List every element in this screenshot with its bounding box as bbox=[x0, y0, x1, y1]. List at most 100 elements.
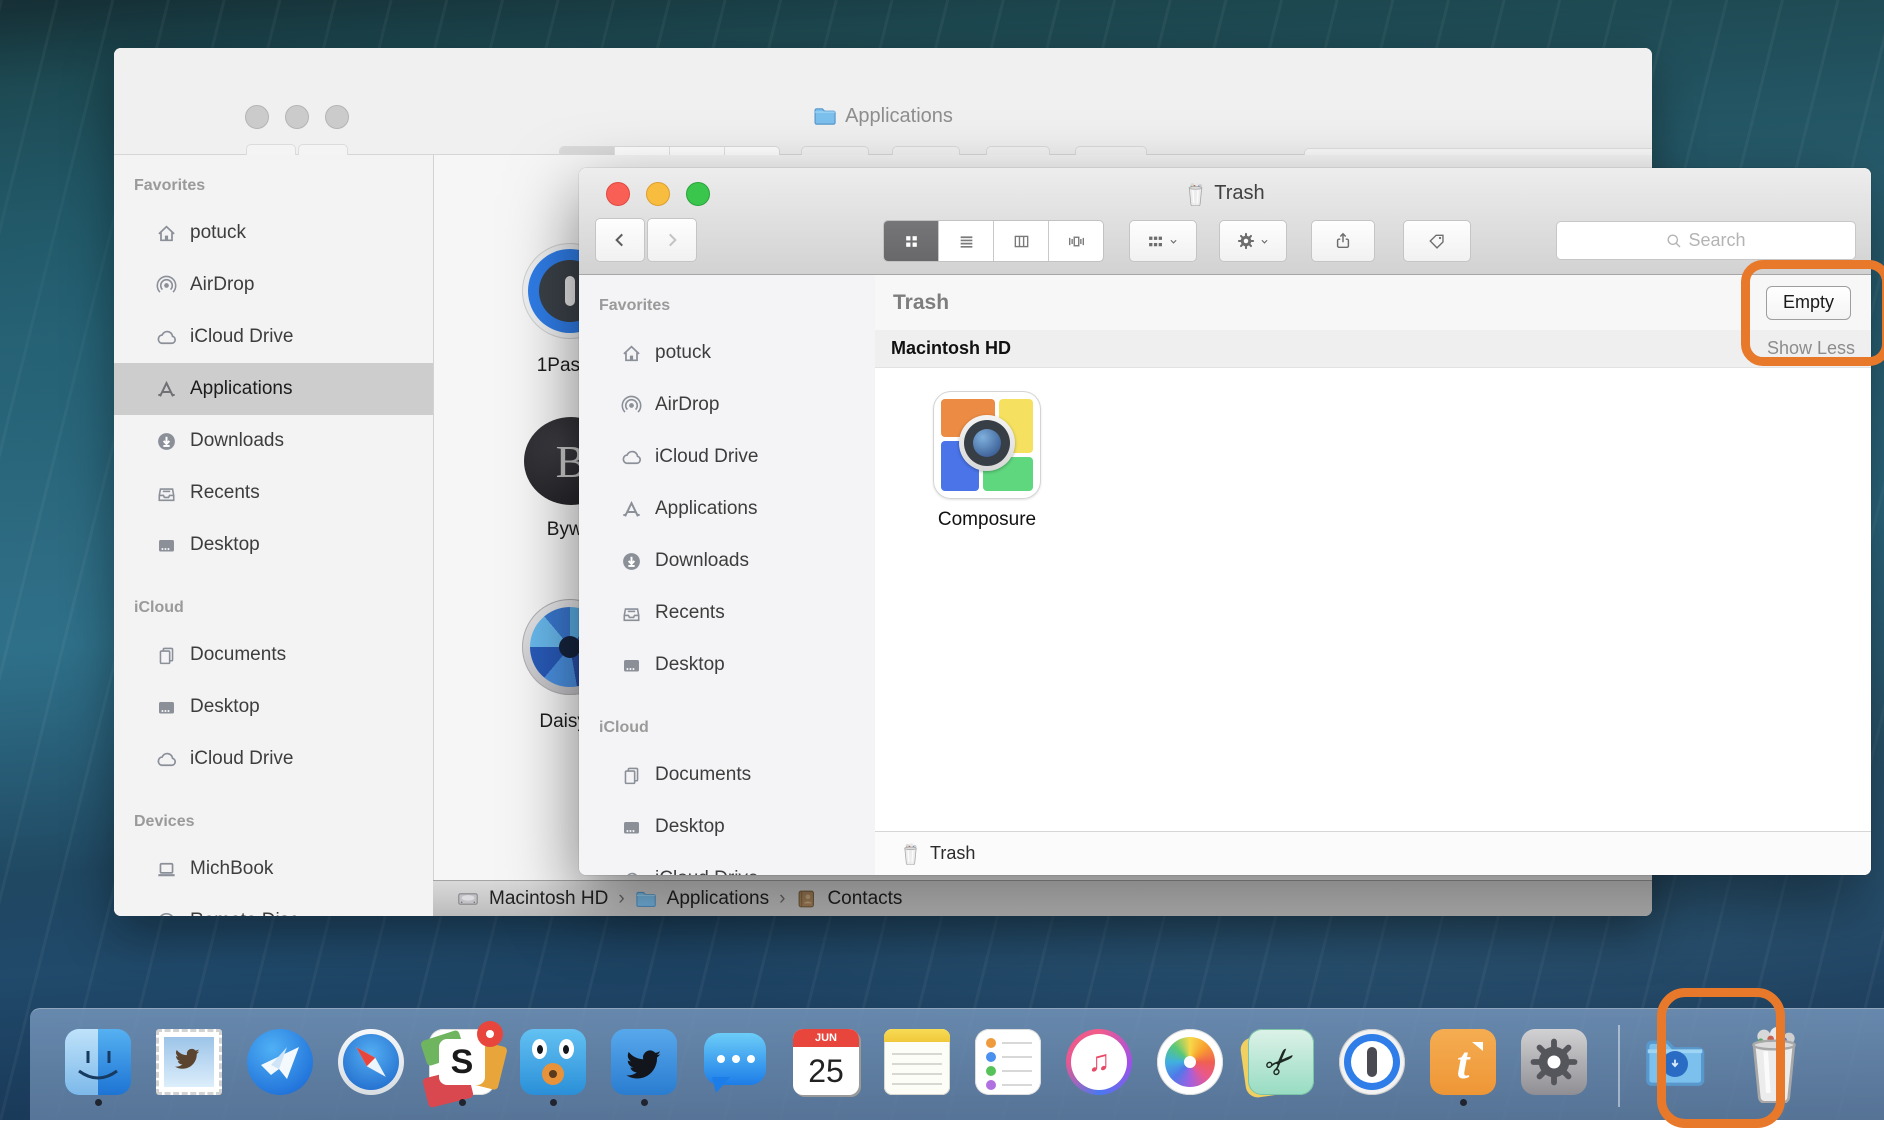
sidebar-item-applications[interactable]: Applications bbox=[579, 483, 875, 535]
dock-notes-icon[interactable] bbox=[884, 1029, 950, 1095]
desktop-icon bbox=[156, 535, 177, 556]
dock-slack-icon[interactable]: S bbox=[429, 1029, 495, 1095]
applications-folder-icon bbox=[635, 888, 657, 910]
dock-1password-icon[interactable] bbox=[1339, 1029, 1405, 1095]
sidebar-item-michbook[interactable]: MichBook bbox=[114, 843, 433, 895]
dock-twitter-icon[interactable] bbox=[611, 1029, 677, 1095]
composure-app-icon[interactable] bbox=[933, 391, 1041, 499]
sidebar-item-desktop-icloud[interactable]: Desktop bbox=[579, 801, 875, 853]
trash-icon bbox=[1185, 181, 1206, 206]
dock: S JUN 25 bbox=[30, 1008, 1884, 1120]
calendar-month: JUN bbox=[793, 1029, 859, 1047]
sidebar-section-icloud: iCloud bbox=[579, 691, 875, 749]
dock-mail-icon[interactable] bbox=[156, 1029, 222, 1095]
search-input[interactable]: Search bbox=[1556, 221, 1856, 260]
documents-icon bbox=[156, 645, 177, 666]
sidebar-item-downloads[interactable]: Downloads bbox=[579, 535, 875, 587]
path-item-contacts[interactable]: Contacts bbox=[827, 888, 902, 910]
sidebar-item-airdrop[interactable]: AirDrop bbox=[579, 379, 875, 431]
sidebar-item-potuck[interactable]: potuck bbox=[114, 207, 433, 259]
dock-clips-icon[interactable]: ✂ bbox=[1248, 1029, 1314, 1095]
home-icon bbox=[156, 223, 177, 244]
running-indicator bbox=[1460, 1099, 1467, 1106]
dock-safari-icon[interactable] bbox=[338, 1029, 404, 1095]
contacts-icon bbox=[795, 888, 817, 910]
desktop-icon bbox=[621, 655, 642, 676]
dock-trash-highlight bbox=[1657, 988, 1785, 1128]
dock-reminders-icon[interactable] bbox=[975, 1029, 1041, 1095]
sidebar-item-remote-disc[interactable]: Remote Disc bbox=[114, 895, 433, 916]
music-note-glyph: ♫ bbox=[1071, 1034, 1127, 1090]
sidebar-section-icloud: iCloud bbox=[114, 571, 433, 629]
dock-itunes-icon[interactable]: ♫ bbox=[1066, 1029, 1132, 1095]
dock-photos-icon[interactable] bbox=[1157, 1029, 1223, 1095]
applications-folder-icon bbox=[813, 104, 837, 128]
sidebar-item-applications[interactable]: Applications bbox=[114, 363, 433, 415]
sidebar-item-recents[interactable]: Recents bbox=[579, 587, 875, 639]
composure-lens bbox=[973, 429, 1001, 457]
trash-content: Trash Empty Macintosh HD Show Less Compo… bbox=[875, 275, 1871, 832]
titlebar[interactable]: Trash Search bbox=[579, 168, 1871, 275]
sidebar-item-desktop[interactable]: Desktop bbox=[114, 519, 433, 571]
dock-tweetbot-icon[interactable] bbox=[520, 1029, 586, 1095]
applications-icon bbox=[156, 379, 177, 400]
dock-messages-icon[interactable] bbox=[702, 1029, 768, 1095]
trash-icon bbox=[901, 842, 920, 865]
window-title: Applications bbox=[845, 105, 953, 128]
sidebar: Favorites potuck AirDrop iCloud Drive Ap… bbox=[114, 155, 434, 916]
sidebar-item-desktop-icloud[interactable]: Desktop bbox=[114, 681, 433, 733]
recents-icon bbox=[156, 483, 177, 504]
path-bar: Macintosh HD › Applications › Contacts bbox=[433, 880, 1652, 916]
sidebar-item-documents[interactable]: Documents bbox=[114, 629, 433, 681]
forward-button[interactable] bbox=[647, 218, 697, 262]
sidebar-item-potuck[interactable]: potuck bbox=[579, 327, 875, 379]
sidebar-item-icloud-drive[interactable]: iCloud Drive bbox=[579, 431, 875, 483]
dock-system-preferences-icon[interactable] bbox=[1521, 1029, 1587, 1095]
downloads-icon bbox=[156, 431, 177, 452]
calendar-day: 25 bbox=[793, 1047, 859, 1095]
icon-view-button[interactable] bbox=[884, 221, 939, 261]
column-view-button[interactable] bbox=[994, 221, 1049, 261]
sidebar-section-favorites: Favorites bbox=[114, 155, 433, 207]
sidebar-item-airdrop[interactable]: AirDrop bbox=[114, 259, 433, 311]
volume-group-row: Macintosh HD Show Less bbox=[875, 330, 1871, 368]
cloud-icon bbox=[621, 447, 642, 468]
hard-drive-icon bbox=[457, 888, 479, 910]
cloud-icon bbox=[621, 869, 642, 876]
sidebar-item-icloud-drive-2[interactable]: iCloud Drive bbox=[114, 733, 433, 785]
running-indicator bbox=[550, 1099, 557, 1106]
volume-header: Macintosh HD bbox=[891, 338, 1011, 359]
dock-spark-icon[interactable] bbox=[247, 1029, 313, 1095]
cloud-icon bbox=[156, 749, 177, 770]
home-icon bbox=[621, 343, 642, 364]
sidebar-item-recents[interactable]: Recents bbox=[114, 467, 433, 519]
share-button[interactable] bbox=[1311, 220, 1375, 262]
dock-calendar-icon[interactable]: JUN 25 bbox=[793, 1029, 859, 1095]
list-view-button[interactable] bbox=[939, 221, 994, 261]
desktop-icon bbox=[621, 817, 642, 838]
sidebar-item-downloads[interactable]: Downloads bbox=[114, 415, 433, 467]
status-bar: Trash bbox=[875, 831, 1871, 875]
sidebar-item-desktop[interactable]: Desktop bbox=[579, 639, 875, 691]
path-item-applications[interactable]: Applications bbox=[667, 888, 769, 910]
path-chevron-icon: › bbox=[779, 888, 785, 910]
downloads-icon bbox=[621, 551, 642, 572]
path-item-macintosh-hd[interactable]: Macintosh HD bbox=[489, 888, 608, 910]
running-indicator bbox=[459, 1099, 466, 1106]
dock-textexpander-icon[interactable]: t bbox=[1430, 1029, 1496, 1095]
sidebar-item-documents[interactable]: Documents bbox=[579, 749, 875, 801]
status-location: Trash bbox=[930, 843, 975, 864]
titlebar[interactable]: Applications Search bbox=[114, 48, 1652, 155]
action-gear-button[interactable] bbox=[1219, 220, 1287, 262]
coverflow-view-button[interactable] bbox=[1049, 221, 1103, 261]
sidebar-item-icloud-drive-2[interactable]: iCloud Drive bbox=[579, 853, 875, 875]
search-icon bbox=[1666, 233, 1682, 249]
dock-finder-icon[interactable] bbox=[65, 1029, 131, 1095]
cloud-icon bbox=[156, 327, 177, 348]
finder-window-trash[interactable]: Trash Search Favorites potuck AirDrop iC… bbox=[579, 168, 1871, 875]
arrange-button[interactable] bbox=[1129, 220, 1197, 262]
tag-button[interactable] bbox=[1403, 220, 1471, 262]
back-button[interactable] bbox=[595, 218, 645, 262]
scissors-glyph: ✂ bbox=[1234, 1015, 1327, 1108]
sidebar-item-icloud-drive[interactable]: iCloud Drive bbox=[114, 311, 433, 363]
